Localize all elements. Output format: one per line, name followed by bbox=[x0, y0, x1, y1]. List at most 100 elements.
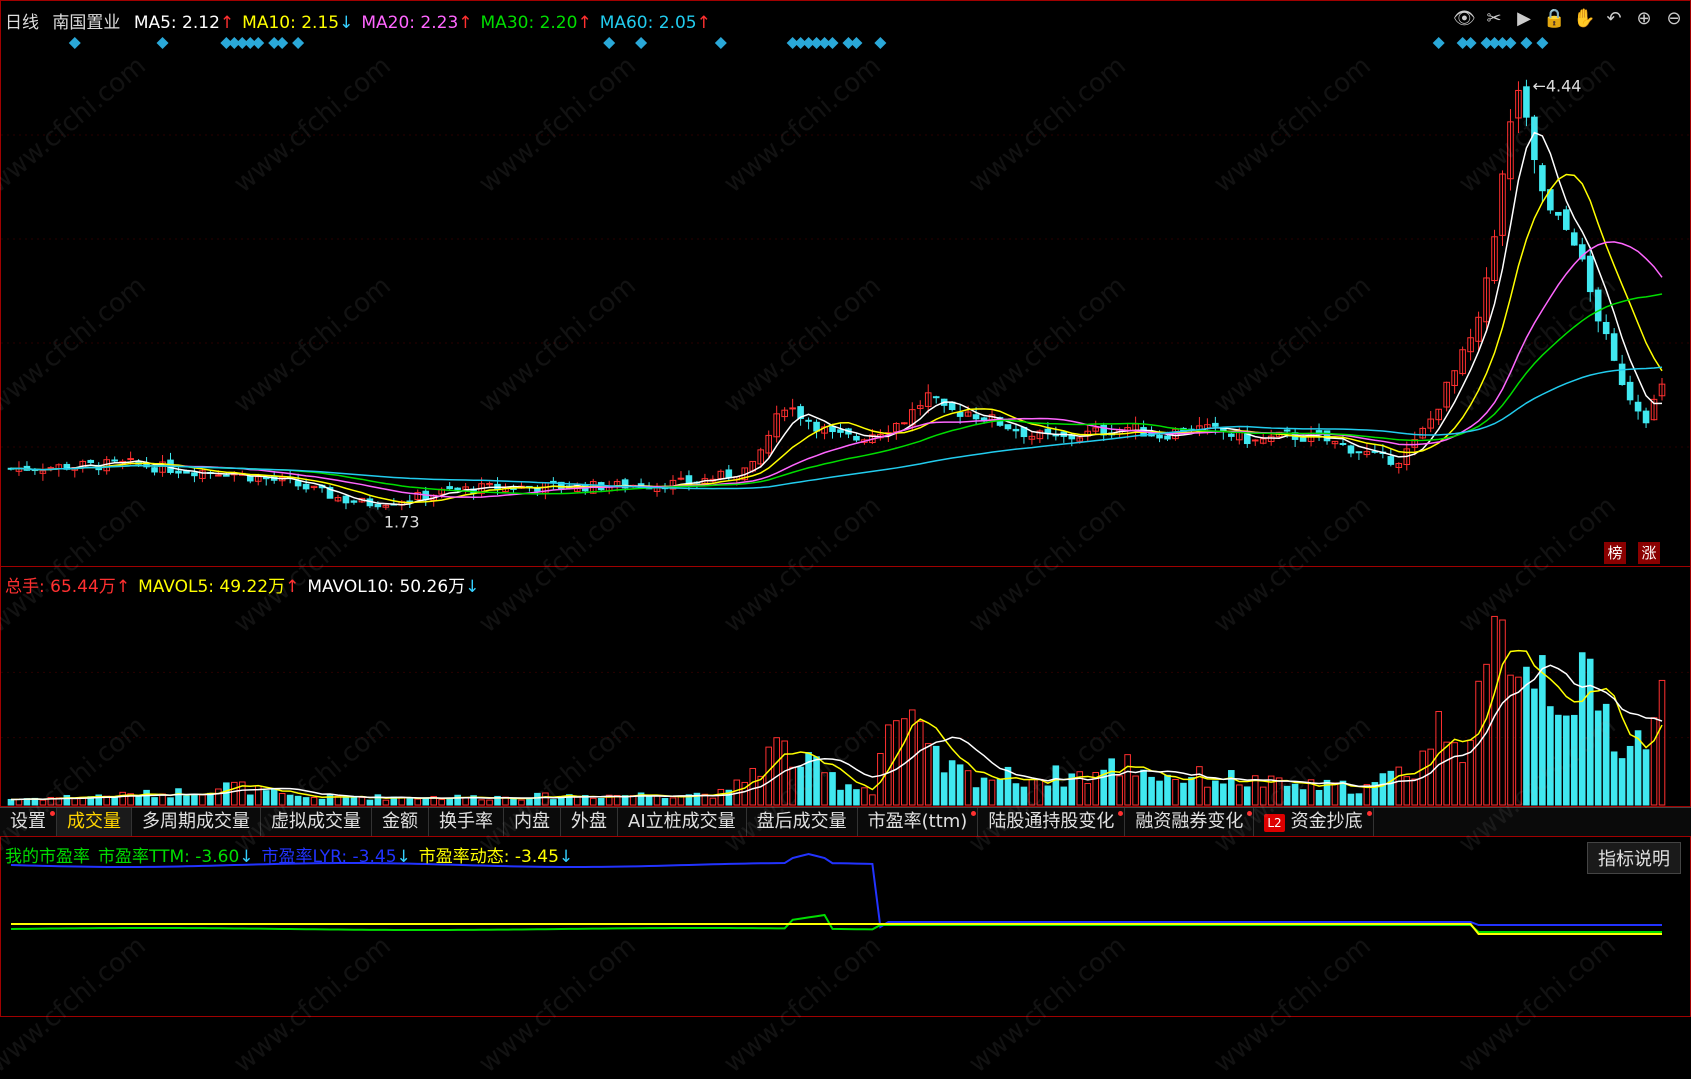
candle-body bbox=[1563, 209, 1570, 230]
candle-body bbox=[1642, 410, 1650, 424]
zoom-in-icon[interactable]: ⊕ bbox=[1633, 8, 1655, 30]
candlestick-chart[interactable]: ←4.44 1.73 bbox=[1, 1, 1691, 568]
volume-bar bbox=[645, 795, 653, 806]
volume-bar bbox=[669, 797, 677, 806]
volume-bar bbox=[1531, 688, 1538, 806]
volume-bar bbox=[1148, 776, 1155, 806]
volume-bar bbox=[869, 794, 876, 806]
candle-body bbox=[677, 477, 685, 480]
volume-bar bbox=[1180, 782, 1187, 806]
tab-label: 内盘 bbox=[514, 811, 550, 832]
tab-3[interactable]: 虚拟成交量 bbox=[261, 808, 372, 836]
vol-label-arrow-1: ↑ bbox=[285, 577, 300, 597]
volume-chart-pane[interactable]: 总手: 65.44万↑ MAVOL5: 49.22万↑ MAVOL10: 50.26… bbox=[0, 567, 1691, 807]
candle-body bbox=[111, 459, 118, 462]
volume-bar bbox=[382, 799, 390, 806]
candle-body bbox=[901, 422, 908, 425]
ma-label-text-1: MA10: 2.15 bbox=[242, 13, 340, 33]
volume-bar bbox=[318, 798, 326, 806]
volume-bar bbox=[1108, 758, 1115, 806]
zoom-out-icon[interactable]: ⊖ bbox=[1663, 8, 1685, 30]
volume-bar bbox=[1642, 749, 1650, 806]
volume-bar bbox=[358, 796, 366, 806]
tab-8[interactable]: AI立桩成交量 bbox=[618, 808, 747, 836]
volume-chart[interactable] bbox=[1, 567, 1691, 807]
volume-bar bbox=[486, 799, 493, 806]
tab-9[interactable]: 盘后成交量 bbox=[747, 808, 858, 836]
price-chart-pane[interactable]: 日线 南国置业 MA5: 2.12↑ MA10: 2.15↓ MA20: 2.23↑… bbox=[0, 0, 1691, 567]
lock-icon[interactable]: 🔒 bbox=[1543, 8, 1565, 30]
tab-label: 陆股通持股变化 bbox=[988, 811, 1115, 832]
pe-chart-pane[interactable]: 我的市盈率 市盈率TTM: -3.60↓ 市盈率LYR: -3.45↓ 市盈率动态: … bbox=[0, 837, 1691, 1017]
tab-7[interactable]: 外盘 bbox=[561, 808, 618, 836]
volume-bar bbox=[1339, 780, 1347, 806]
volume-bar bbox=[805, 752, 812, 806]
volume-bar bbox=[1443, 741, 1450, 806]
volume-bar bbox=[71, 798, 79, 806]
undo-icon[interactable]: ↶ bbox=[1603, 8, 1625, 30]
volume-bar bbox=[1204, 786, 1211, 806]
volume-bar bbox=[1060, 786, 1068, 806]
candle-body bbox=[191, 472, 198, 477]
volume-bar bbox=[948, 760, 956, 806]
candle-body bbox=[374, 503, 382, 508]
tab-6[interactable]: 内盘 bbox=[504, 808, 561, 836]
tab-dot bbox=[971, 811, 977, 816]
eye-icon[interactable]: 👁 bbox=[1453, 8, 1476, 30]
volume-bar bbox=[1411, 778, 1419, 806]
tab-10[interactable]: 市盈率(ttm) bbox=[858, 808, 979, 836]
mavol5-line bbox=[10, 649, 1663, 801]
volume-bar bbox=[526, 798, 533, 806]
candle-body bbox=[151, 467, 158, 473]
ma-legend: MA5: 2.12↑ MA10: 2.15↓ MA20: 2.23↑ MA30: 2.… bbox=[134, 13, 719, 33]
vol-label-text-2: MAVOL10: 50.26万 bbox=[307, 577, 466, 597]
ma-label-2: MA20: 2.23↑ bbox=[361, 13, 472, 33]
volume-bar bbox=[893, 720, 900, 806]
scissors-icon[interactable]: ✂ bbox=[1483, 8, 1505, 30]
play-icon[interactable]: ▶ bbox=[1513, 8, 1535, 30]
hand-icon[interactable]: ✋ bbox=[1573, 8, 1595, 30]
candle-body bbox=[725, 469, 733, 479]
ma-label-1: MA10: 2.15↓ bbox=[242, 13, 353, 33]
pe-label-arrow-1: ↓ bbox=[239, 847, 254, 867]
bang-badge[interactable]: 榜 bbox=[1604, 542, 1626, 564]
pe-label-3: 市盈率动态: -3.45↓ bbox=[419, 847, 573, 867]
period-label: 日线 bbox=[5, 13, 39, 33]
tab-2[interactable]: 多周期成交量 bbox=[132, 808, 261, 836]
candle-body bbox=[1068, 435, 1076, 440]
signal-diamond bbox=[252, 37, 265, 49]
tab-11[interactable]: 陆股通持股变化 bbox=[978, 808, 1126, 836]
volume-bar bbox=[924, 743, 932, 806]
tab-4[interactable]: 金额 bbox=[372, 808, 429, 836]
signal-diamond bbox=[292, 37, 305, 49]
volume-bar bbox=[1275, 777, 1283, 806]
candle-body bbox=[1156, 434, 1163, 439]
indicator-explain-button[interactable]: 指标说明 bbox=[1587, 842, 1681, 874]
volume-bar bbox=[1594, 710, 1602, 806]
volume-bar bbox=[749, 767, 757, 806]
tab-1[interactable]: 成交量 bbox=[57, 808, 132, 836]
vol-label-0: 总手: 65.44万↑ bbox=[5, 577, 130, 597]
volume-header: 总手: 65.44万↑ MAVOL5: 49.22万↑ MAVOL10: 50.26… bbox=[5, 572, 487, 597]
tab-12[interactable]: 融资融券变化 bbox=[1125, 808, 1255, 836]
tab-13[interactable]: L2 资金抄底 bbox=[1254, 808, 1374, 836]
tab-label: 多周期成交量 bbox=[142, 811, 250, 832]
ma-label-arrow-0: ↑ bbox=[219, 13, 235, 33]
tab-5[interactable]: 换手率 bbox=[429, 808, 504, 836]
volume-bar bbox=[1156, 780, 1163, 806]
candle-body bbox=[1323, 430, 1331, 442]
volume-bar bbox=[414, 798, 422, 806]
candle-body bbox=[246, 475, 254, 482]
candle-body bbox=[1555, 211, 1562, 216]
volume-bar bbox=[374, 794, 382, 806]
volume-bar bbox=[1124, 754, 1131, 806]
zhang-badge[interactable]: 涨 bbox=[1638, 542, 1660, 564]
volume-bar bbox=[350, 797, 358, 806]
tab-0[interactable]: 设置 bbox=[0, 808, 57, 836]
candle-body bbox=[837, 429, 844, 433]
volume-bar bbox=[1570, 714, 1578, 806]
volume-bar bbox=[1140, 769, 1147, 806]
tab-label: 资金抄底 bbox=[1290, 811, 1363, 832]
candle-body bbox=[1012, 428, 1020, 432]
vol-label-text-1: MAVOL5: 49.22万 bbox=[138, 577, 286, 597]
